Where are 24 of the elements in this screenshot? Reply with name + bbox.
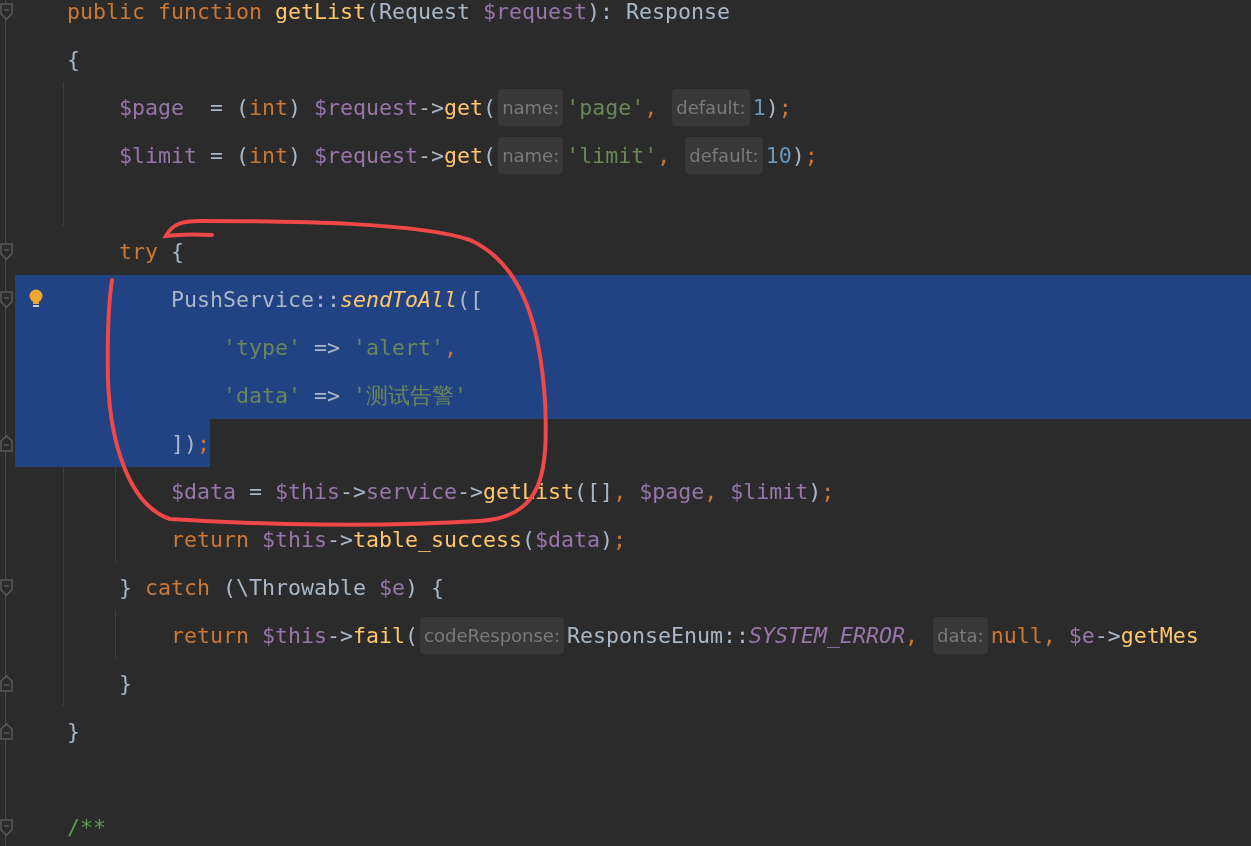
code-line: 'data' => '测试告警': [222, 381, 468, 410]
code-line: }: [66, 718, 80, 744]
code-line: public function getList(Request $request): Response: [66, 0, 731, 24]
fold-icon[interactable]: [0, 434, 13, 452]
fold-icon[interactable]: [0, 242, 13, 260]
fold-icon[interactable]: [0, 578, 13, 596]
code-line: } catch (\Throwable $e) {: [118, 574, 445, 600]
fold-icon[interactable]: [0, 722, 13, 740]
code-line: PushService::sendToAll([: [170, 286, 484, 312]
code-line: }: [118, 670, 132, 696]
code-line: 'type' => 'alert',: [222, 334, 458, 360]
fold-icon[interactable]: [0, 2, 13, 20]
code-line: ]);: [170, 430, 211, 456]
code-line: $page = (int) $request->get( name: 'page', default: 1);: [62, 88, 792, 126]
lightbulb-icon[interactable]: [28, 289, 44, 309]
code-line: $limit = (int) $request->get( name: 'limit', default: 10);: [62, 136, 818, 174]
fold-icon[interactable]: [0, 674, 13, 692]
code-line: try {: [118, 238, 185, 264]
code-line: return $this->table_success($data);: [170, 526, 627, 552]
fold-icon[interactable]: [0, 818, 13, 836]
fold-icon[interactable]: [0, 290, 13, 308]
code-line: return $this->fail( codeResponse: ResponseEnum::SYSTEM_ERROR, data: null, $e->getMes: [62, 616, 1199, 654]
code-line: {: [66, 46, 80, 72]
code-line: /**: [66, 814, 106, 840]
